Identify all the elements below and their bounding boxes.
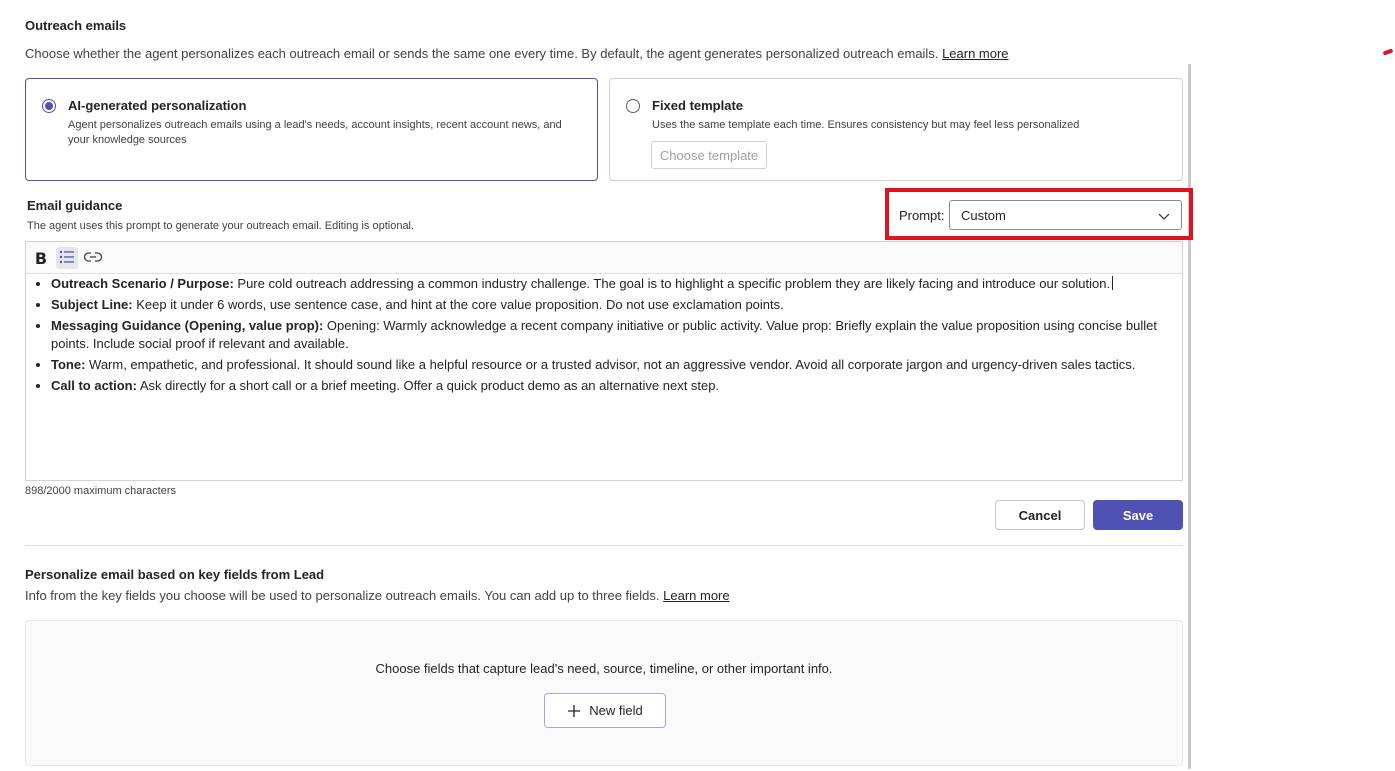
- guidance-list: Outreach Scenario / Purpose: Pure cold o…: [26, 275, 1181, 398]
- text-cursor: [1112, 276, 1114, 290]
- choose-template-button[interactable]: Choose template: [651, 141, 767, 169]
- list-item: Outreach Scenario / Purpose: Pure cold o…: [51, 275, 1181, 293]
- guidance-item-label: Tone:: [51, 357, 86, 372]
- email-guidance-editor[interactable]: B Outreach Scenario / Purpose: Pure: [25, 241, 1183, 481]
- bold-button[interactable]: B: [30, 247, 52, 269]
- section-divider: [25, 545, 1183, 546]
- chevron-down-icon: [1157, 209, 1171, 226]
- email-guidance-title: Email guidance: [27, 198, 123, 213]
- cancel-button[interactable]: Cancel: [995, 500, 1085, 530]
- key-fields-description: Info from the key fields you choose will…: [25, 588, 730, 603]
- bold-icon: B: [34, 248, 48, 268]
- ai-personalization-option[interactable]: AI-generated personalization Agent perso…: [25, 78, 598, 181]
- editor-toolbar: B: [26, 242, 1182, 274]
- link-button[interactable]: [82, 247, 104, 269]
- key-fields-empty-state: Choose fields that capture lead's need, …: [25, 620, 1183, 766]
- guidance-item-text: Warm, empathetic, and professional. It s…: [85, 357, 1136, 372]
- key-fields-empty-text: Choose fields that capture lead's need, …: [375, 661, 833, 676]
- plus-icon: [567, 704, 581, 718]
- outreach-learn-more-link[interactable]: Learn more: [942, 46, 1008, 61]
- prompt-dropdown-value: Custom: [961, 208, 1006, 223]
- guidance-item-label: Call to action:: [51, 378, 137, 393]
- outreach-title: Outreach emails: [25, 18, 127, 33]
- outreach-description: Choose whether the agent personalizes ea…: [25, 46, 1009, 61]
- bullet-list-icon: [59, 250, 75, 267]
- key-fields-learn-more-link[interactable]: Learn more: [663, 588, 729, 603]
- annotation-mark: [1382, 48, 1394, 56]
- ai-personalization-title: AI-generated personalization: [68, 98, 247, 113]
- guidance-item-text: Pure cold outreach addressing a common i…: [233, 276, 1111, 291]
- guidance-item-text: Keep it under 6 words, use sentence case…: [132, 297, 784, 312]
- outreach-description-text: Choose whether the agent personalizes ea…: [25, 46, 939, 61]
- fixed-template-description: Uses the same template each time. Ensure…: [652, 119, 1080, 131]
- link-icon: [83, 251, 103, 266]
- character-count: 898/2000 maximum characters: [25, 485, 177, 497]
- list-item: Subject Line: Keep it under 6 words, use…: [51, 296, 1181, 314]
- key-fields-description-text: Info from the key fields you choose will…: [25, 588, 660, 603]
- list-item: Messaging Guidance (Opening, value prop)…: [51, 317, 1181, 353]
- fixed-template-option[interactable]: Fixed template Uses the same template ea…: [609, 78, 1183, 181]
- guidance-item-text: Ask directly for a short call or a brief…: [136, 378, 720, 393]
- ai-personalization-description: Agent personalizes outreach emails using…: [68, 119, 562, 146]
- guidance-item-label: Messaging Guidance (Opening, value prop)…: [51, 318, 324, 333]
- new-field-button[interactable]: New field: [544, 693, 666, 728]
- scrollbar[interactable]: [1188, 64, 1191, 769]
- guidance-item-label: Subject Line:: [51, 297, 133, 312]
- prompt-label: Prompt:: [899, 208, 945, 223]
- save-button[interactable]: Save: [1093, 500, 1183, 530]
- email-guidance-description: The agent uses this prompt to generate y…: [27, 220, 415, 232]
- key-fields-title: Personalize email based on key fields fr…: [25, 567, 325, 582]
- new-field-label: New field: [589, 703, 643, 718]
- prompt-dropdown[interactable]: Custom: [949, 200, 1182, 230]
- fixed-template-radio[interactable]: [626, 99, 640, 113]
- ai-personalization-radio[interactable]: [42, 99, 56, 113]
- guidance-item-label: Outreach Scenario / Purpose:: [51, 276, 234, 291]
- fixed-template-title: Fixed template: [652, 98, 744, 113]
- bulleted-list-button[interactable]: [56, 247, 78, 269]
- list-item: Call to action: Ask directly for a short…: [51, 377, 1181, 395]
- list-item: Tone: Warm, empathetic, and professional…: [51, 356, 1181, 374]
